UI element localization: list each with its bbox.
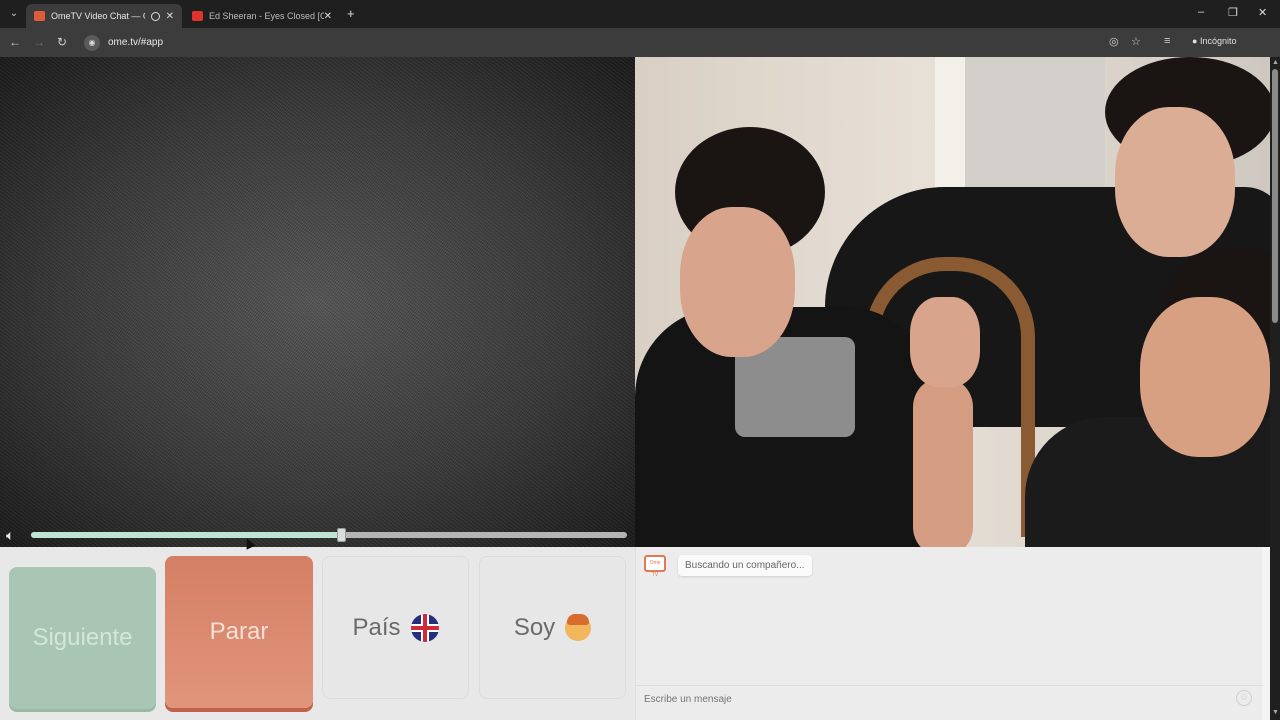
page-scrollbar[interactable]: ▲ ▼ xyxy=(1270,57,1280,720)
eye-off-icon[interactable]: ◎ xyxy=(1109,35,1119,48)
speaker-icon[interactable]: 🔈︎ xyxy=(6,527,14,544)
gender-button[interactable]: Soy xyxy=(479,556,626,699)
next-button[interactable]: Siguiente xyxy=(9,567,156,709)
volume-slider-fill xyxy=(31,532,341,538)
ometv-favicon-icon xyxy=(34,11,45,21)
maximize-icon[interactable]: ❐ xyxy=(1228,6,1238,19)
partner-video-static xyxy=(0,57,635,547)
tab-ometv[interactable]: OmeTV Video Chat — Ome ✕ xyxy=(26,4,182,28)
video-background xyxy=(965,57,1105,207)
incognito-label: Incógnito xyxy=(1199,36,1237,46)
browser-toolbar: ← → ↻ ◉ ome.tv/#app ◎ ☆ ≡ xyxy=(0,28,1280,57)
country-button[interactable]: País xyxy=(322,556,469,699)
self-camera-video xyxy=(635,57,1270,547)
uk-flag-icon xyxy=(410,613,439,642)
scroll-down-icon[interactable]: ▼ xyxy=(1272,709,1279,716)
scroll-up-icon[interactable]: ▲ xyxy=(1272,59,1279,66)
chat-input-row: ☺ xyxy=(636,685,1263,710)
stop-button[interactable]: Parar xyxy=(165,556,313,708)
new-tab-button[interactable]: + xyxy=(347,6,355,21)
tab-youtube[interactable]: Ed Sheeran - Eyes Closed [Offic ✕ xyxy=(184,4,340,28)
bookmark-star-icon[interactable]: ☆ xyxy=(1131,35,1141,48)
recording-icon xyxy=(150,11,160,21)
ometv-logo: Ome TV xyxy=(644,555,666,578)
boy-emoji-icon xyxy=(565,613,592,641)
video-person xyxy=(680,207,795,357)
tab-title: Ed Sheeran - Eyes Closed [Offic xyxy=(209,11,324,21)
scrollbar-thumb[interactable] xyxy=(1272,69,1278,323)
ometv-app: 🔈︎ Siguiente Parar País Soy Ome TV Busca… xyxy=(0,57,1270,720)
next-button-label: Siguiente xyxy=(32,624,133,651)
video-person xyxy=(1115,107,1235,257)
country-button-label: País xyxy=(352,613,401,641)
reload-icon[interactable]: ↻ xyxy=(57,35,67,49)
address-bar[interactable]: ◉ ome.tv/#app xyxy=(80,32,1155,53)
chat-message-input[interactable] xyxy=(644,691,1224,707)
emoji-icon[interactable]: ☺ xyxy=(1236,690,1252,706)
url-text: ome.tv/#app xyxy=(108,37,164,48)
back-icon[interactable]: ← xyxy=(9,35,21,49)
incognito-icon: ● xyxy=(1192,36,1198,46)
volume-controls: 🔈︎ xyxy=(0,524,635,547)
close-tab-icon[interactable]: ✕ xyxy=(324,11,332,22)
chat-status-message: Buscando un compañero... xyxy=(678,555,812,576)
video-person xyxy=(1140,297,1270,457)
stop-button-label: Parar xyxy=(209,618,269,645)
gender-button-label: Soy xyxy=(513,613,556,641)
volume-slider-handle[interactable] xyxy=(336,528,346,542)
close-tab-icon[interactable]: ✕ xyxy=(166,11,174,22)
video-person xyxy=(910,297,980,387)
chat-panel: Ome TV Buscando un compañero... ☺ xyxy=(635,547,1263,720)
site-info-icon[interactable]: ◉ xyxy=(84,34,100,51)
volume-slider[interactable] xyxy=(31,528,627,542)
incognito-indicator[interactable]: ● Incógnito xyxy=(1192,36,1236,46)
browser-tab-bar: ⌄ OmeTV Video Chat — Ome ✕ Ed Sheeran - … xyxy=(0,0,1280,28)
minimize-icon[interactable]: – xyxy=(1198,6,1204,18)
close-window-icon[interactable]: ✕ xyxy=(1258,6,1267,19)
video-person xyxy=(913,377,973,547)
control-buttons: Siguiente Parar País Soy xyxy=(0,547,635,720)
reading-list-icon[interactable]: ≡ xyxy=(1164,35,1170,47)
forward-icon[interactable]: → xyxy=(33,35,45,49)
tab-search-icon[interactable]: ⌄ xyxy=(6,6,22,22)
tab-title: OmeTV Video Chat — Ome xyxy=(51,11,145,21)
youtube-favicon-icon xyxy=(192,11,203,21)
